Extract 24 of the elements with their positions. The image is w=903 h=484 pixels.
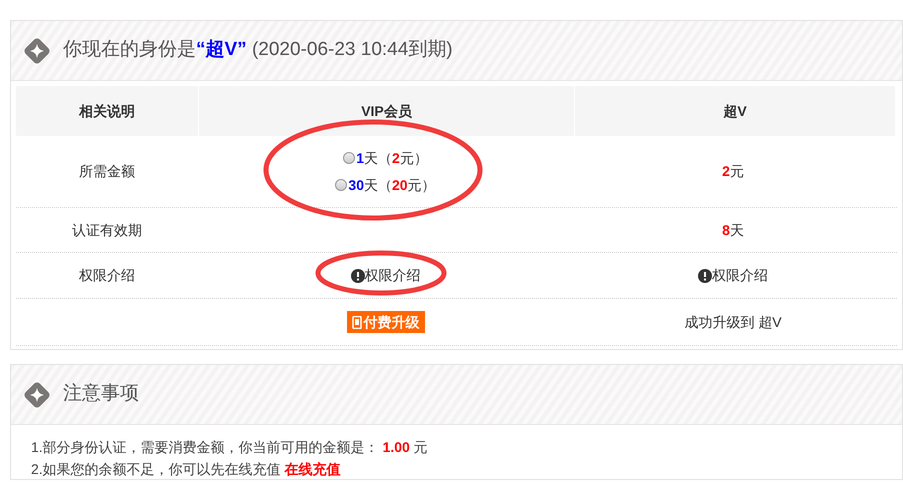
- cell-text: 8天: [722, 220, 744, 240]
- diamond-star-icon: [23, 36, 51, 64]
- column-header: 相关说明: [16, 86, 198, 136]
- panel-title: 你现在的身份是“超V” (2020-06-23 10:44到期): [63, 38, 453, 62]
- cell-text: 2元: [722, 162, 744, 181]
- column-header: 超V: [575, 86, 895, 136]
- row-label: 所需金额: [79, 162, 135, 181]
- option-label[interactable]: 30天（20元）: [348, 174, 436, 196]
- note-text: 1.部分身份认证，需要消费金额，你当前可用的金额是： 1.00 元: [31, 438, 429, 457]
- radio-button[interactable]: [343, 152, 356, 164]
- row-label: 权限介绍: [79, 266, 135, 285]
- info-link[interactable]: 权限介绍: [698, 265, 768, 286]
- exclamation-icon: [698, 268, 712, 282]
- note-text: 2.如果您的余额不足，你可以先在线充值 在线充值: [31, 460, 342, 479]
- panel-title: 注意事项: [63, 382, 139, 406]
- diamond-star-icon: [23, 380, 51, 408]
- exclamation-icon: [350, 268, 364, 282]
- radio-button[interactable]: [335, 179, 348, 191]
- phone-icon: [352, 316, 362, 328]
- column-header: VIP会员: [199, 86, 574, 136]
- info-link[interactable]: 权限介绍: [350, 265, 420, 286]
- cell-text: 成功升级到 超V: [684, 312, 782, 332]
- option-label[interactable]: 1天（2元）: [356, 148, 428, 168]
- row-label: 认证有效期: [72, 220, 142, 240]
